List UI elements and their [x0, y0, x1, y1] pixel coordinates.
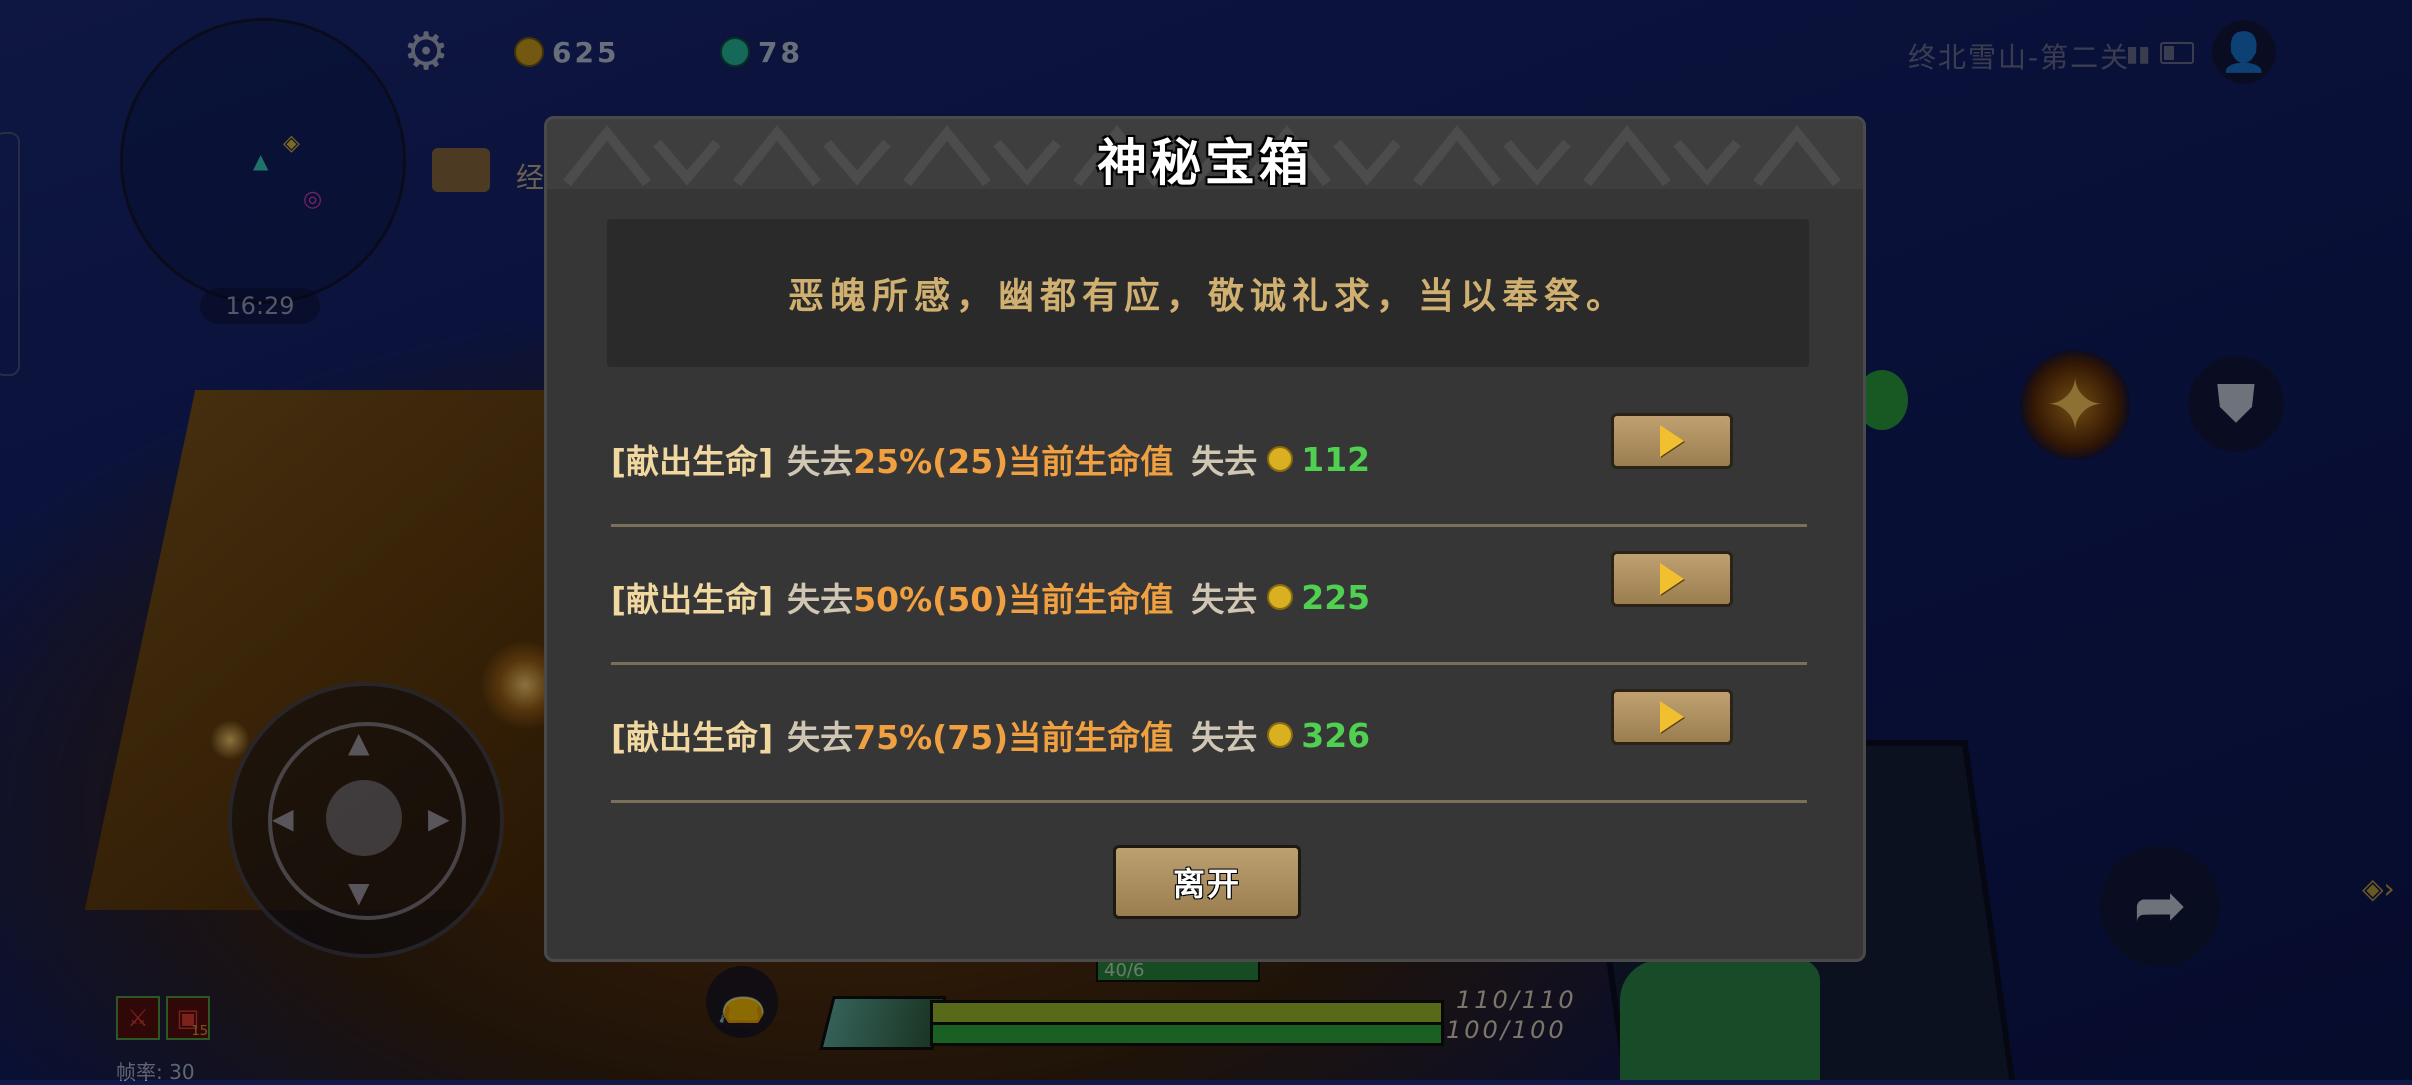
offer-cost: 225 — [1301, 577, 1371, 617]
offer-cost: 112 — [1301, 439, 1371, 479]
offer-text: [献出生命] 失去 50%(50)当前生命值 失去 225 — [611, 573, 1370, 621]
coin-icon — [1267, 446, 1294, 472]
offer-cost-label: 失去 — [1191, 580, 1258, 619]
offer-lose-label: 失去 — [787, 718, 854, 757]
dialog-title: 神秘宝箱 — [1097, 134, 1313, 192]
coin-icon — [1267, 584, 1294, 610]
mystery-chest-dialog: 神秘宝箱 恶魄所感，幽都有应，敬诚礼求，当以奉祭。 [献出生命] 失去 25%(… — [544, 116, 1866, 962]
offer-tag: [献出生命] — [611, 718, 774, 757]
offer-lose-label: 失去 — [787, 442, 854, 481]
offer-confirm-button[interactable] — [1611, 413, 1733, 469]
offer-cost: 326 — [1301, 715, 1371, 755]
offer-tag: [献出生命] — [611, 580, 774, 619]
offer-option-2: [献出生命] 失去 50%(50)当前生命值 失去 225 — [611, 527, 1807, 665]
offer-text: [献出生命] 失去 75%(75)当前生命值 失去 326 — [611, 711, 1370, 759]
play-arrow-icon — [1660, 563, 1684, 595]
offer-cost-label: 失去 — [1191, 718, 1258, 757]
offer-option-3: [献出生命] 失去 75%(75)当前生命值 失去 326 — [611, 665, 1807, 803]
offer-tag: [献出生命] — [611, 442, 774, 481]
offer-hp-loss: 25%(25)当前生命值 — [853, 442, 1174, 481]
play-arrow-icon — [1660, 701, 1684, 733]
offer-text: [献出生命] 失去 25%(25)当前生命值 失去 112 — [611, 435, 1370, 483]
play-arrow-icon — [1660, 425, 1684, 457]
offer-option-1: [献出生命] 失去 25%(25)当前生命值 失去 112 — [611, 389, 1807, 527]
dialog-description: 恶魄所感，幽都有应，敬诚礼求，当以奉祭。 — [607, 219, 1809, 367]
leave-button[interactable]: 离开 — [1113, 845, 1301, 919]
coin-icon — [1267, 722, 1294, 748]
offer-confirm-button[interactable] — [1611, 551, 1733, 607]
offer-confirm-button[interactable] — [1611, 689, 1733, 745]
offer-lose-label: 失去 — [787, 580, 854, 619]
offer-hp-loss: 50%(50)当前生命值 — [853, 580, 1174, 619]
offer-hp-loss: 75%(75)当前生命值 — [853, 718, 1174, 757]
offer-cost-label: 失去 — [1191, 442, 1258, 481]
